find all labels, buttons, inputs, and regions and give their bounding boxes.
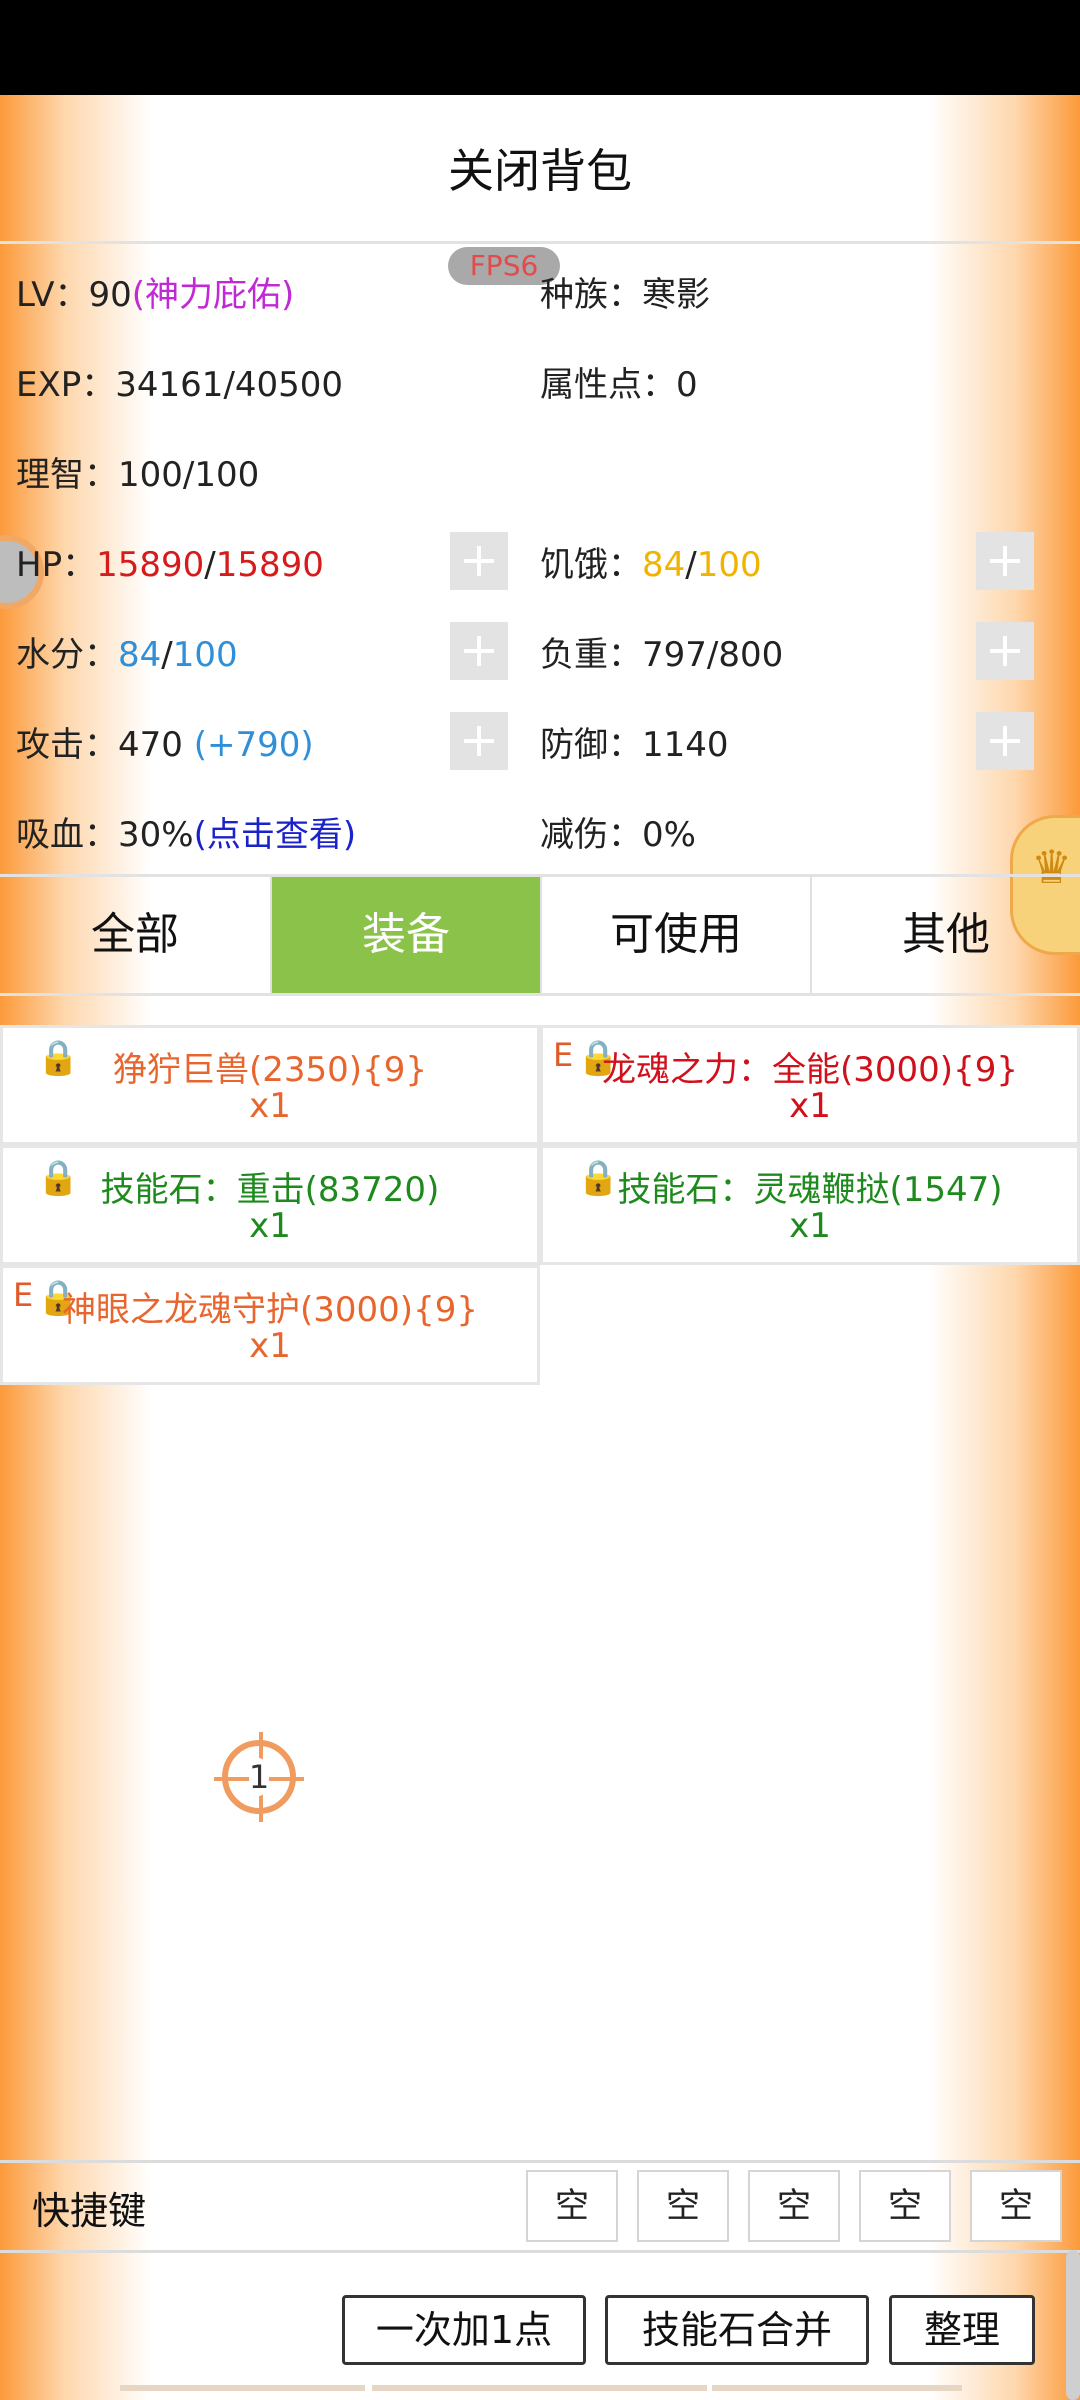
damage-reduction-label: 减伤：	[540, 815, 642, 855]
inventory-item[interactable]: 🔒 技能石：重击(83720) x1	[0, 1145, 540, 1265]
water-plus-button[interactable]	[450, 622, 508, 680]
race-value: 寒影	[642, 275, 710, 315]
defense-stat: 防御：1140	[540, 717, 729, 766]
shortcut-slot[interactable]: 空	[526, 2170, 618, 2242]
shortcut-label: 快捷键	[32, 2189, 147, 2233]
lifesteal-details-link[interactable]: (点击查看)	[194, 815, 357, 855]
hp-current: 15890	[96, 545, 205, 585]
level-label: LV：	[16, 275, 89, 315]
tab-all[interactable]: 全部	[0, 877, 272, 993]
tab-other[interactable]: 其他	[812, 877, 1080, 993]
level-bonus: (神力庇佑)	[131, 275, 295, 315]
level-stat: LV：90(神力庇佑)	[16, 267, 294, 316]
item-count: x1	[789, 1086, 831, 1126]
scrollbar[interactable]	[1066, 2250, 1080, 2400]
hunger-max: 100	[696, 545, 762, 585]
item-name: 狰狞巨兽(2350){9}	[113, 1050, 427, 1090]
damage-reduction-stat: 减伤：0%	[540, 807, 696, 856]
item-name: 神眼之龙魂守护(3000){9}	[62, 1290, 478, 1330]
race-label: 种族：	[540, 275, 642, 315]
hp-separator: /	[204, 545, 216, 585]
shortcut-slot[interactable]: 空	[859, 2170, 951, 2242]
divider	[0, 241, 1080, 244]
tab-usable[interactable]: 可使用	[542, 877, 812, 993]
add-one-point-button[interactable]: 一次加1点	[342, 2295, 586, 2365]
tab-indicator	[712, 2385, 962, 2391]
item-count: x1	[249, 1086, 291, 1126]
item-count: x1	[249, 1326, 291, 1366]
attack-value: 470	[118, 725, 194, 765]
shortcut-slot[interactable]: 空	[748, 2170, 840, 2242]
exp-value: 34161/40500	[115, 365, 344, 405]
sanity-value: 100/100	[118, 455, 260, 495]
inventory-item[interactable]: 🔒 狰狞巨兽(2350){9} x1	[0, 1025, 540, 1145]
defense-plus-button[interactable]	[976, 712, 1034, 770]
sanity-label: 理智：	[16, 455, 118, 495]
attack-label: 攻击：	[16, 725, 118, 765]
hunger-current: 84	[642, 545, 686, 585]
lifesteal-value: 30%	[118, 815, 194, 855]
close-backpack-button[interactable]: 关闭背包	[0, 135, 1080, 201]
attribute-points-value: 0	[676, 365, 698, 405]
item-name: 技能石：重击(83720)	[100, 1170, 440, 1210]
load-stat: 负重：797/800	[540, 627, 783, 676]
sanity-stat: 理智：100/100	[16, 447, 259, 496]
merge-skill-stones-button[interactable]: 技能石合并	[605, 2295, 869, 2365]
inventory-item[interactable]: E 🔒 龙魂之力：全能(3000){9} x1	[540, 1025, 1080, 1145]
hunger-plus-button[interactable]	[976, 532, 1034, 590]
hp-max: 15890	[215, 545, 324, 585]
shortcut-slot[interactable]: 空	[970, 2170, 1062, 2242]
floating-counter-marker[interactable]: 1	[214, 1732, 304, 1822]
hp-label: HP：	[16, 545, 97, 585]
water-stat: 水分：84/100	[16, 627, 238, 676]
sort-button[interactable]: 整理	[889, 2295, 1035, 2365]
load-value: 797/800	[642, 635, 784, 675]
attribute-points-stat: 属性点：0	[540, 357, 698, 406]
hunger-separator: /	[685, 545, 697, 585]
load-plus-button[interactable]	[976, 622, 1034, 680]
defense-value: 1140	[642, 725, 729, 765]
lifesteal-label: 吸血：	[16, 815, 118, 855]
divider	[0, 2160, 1080, 2163]
water-current: 84	[118, 635, 162, 675]
attack-plus-button[interactable]	[450, 712, 508, 770]
defense-label: 防御：	[540, 725, 642, 765]
race-stat: 种族：寒影	[540, 267, 710, 316]
damage-reduction-value: 0%	[642, 815, 696, 855]
tab-equipment[interactable]: 装备	[272, 877, 542, 993]
hunger-stat: 饥饿：84/100	[540, 537, 762, 586]
item-name: 技能石：灵魂鞭挞(1547)	[617, 1170, 1003, 1210]
water-max: 100	[172, 635, 238, 675]
item-name: 龙魂之力：全能(3000){9}	[602, 1050, 1018, 1090]
hp-stat: HP：15890/15890	[16, 537, 324, 586]
hp-plus-button[interactable]	[450, 532, 508, 590]
attack-stat: 攻击：470 (+790)	[16, 717, 314, 766]
marker-label: 1	[248, 1758, 270, 1796]
attack-bonus: (+790)	[193, 725, 314, 765]
tab-indicator	[372, 2385, 707, 2391]
status-bar	[0, 0, 1080, 95]
level-value: 90	[88, 275, 132, 315]
divider	[0, 993, 1080, 996]
exp-label: EXP：	[16, 365, 116, 405]
inventory-item[interactable]: E 🔒 神眼之龙魂守护(3000){9} x1	[0, 1265, 540, 1385]
tab-indicator	[120, 2385, 365, 2391]
item-count: x1	[249, 1206, 291, 1246]
lifesteal-stat: 吸血：30%(点击查看)	[16, 807, 356, 856]
water-separator: /	[161, 635, 173, 675]
water-label: 水分：	[16, 635, 118, 675]
inventory-item[interactable]: 🔒 技能石：灵魂鞭挞(1547) x1	[540, 1145, 1080, 1265]
exp-stat: EXP：34161/40500	[16, 357, 343, 406]
item-count: x1	[789, 1206, 831, 1246]
load-label: 负重：	[540, 635, 642, 675]
hunger-label: 饥饿：	[540, 545, 642, 585]
attribute-points-label: 属性点：	[540, 365, 676, 405]
backpack-panel: ♛ 关闭背包 FPS6 LV：90(神力庇佑) 种族：寒影 EXP：34161/…	[0, 95, 1080, 2400]
shortcut-slot[interactable]: 空	[637, 2170, 729, 2242]
category-tabs: 全部 装备 可使用 其他	[0, 877, 1080, 993]
divider	[0, 2250, 1080, 2253]
